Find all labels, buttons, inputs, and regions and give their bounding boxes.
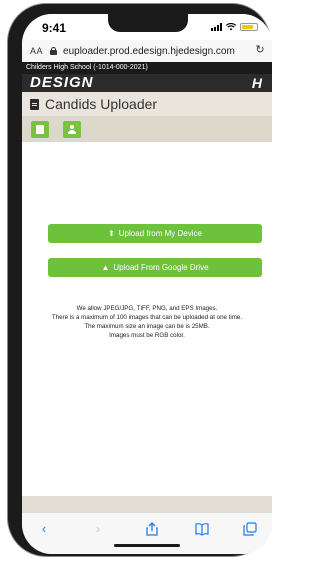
page-title: Candids Uploader <box>45 96 158 112</box>
wifi-icon <box>226 23 236 31</box>
forward-icon[interactable]: › <box>90 521 106 537</box>
brand-logo: DESIGN <box>30 74 94 91</box>
user-button[interactable] <box>63 121 81 138</box>
signal-icon <box>211 23 222 31</box>
address-bar[interactable]: AA euploader.prod.edesign.hjedesign.com … <box>22 40 272 62</box>
notch <box>108 14 188 32</box>
file-button[interactable] <box>31 121 49 138</box>
upload-from-google-drive-button[interactable]: ▲ Upload From Google Drive <box>48 258 262 277</box>
max-size-text: The maximum size an image can be is 25MB… <box>84 323 210 330</box>
site-footer <box>22 496 272 512</box>
document-icon <box>30 98 39 110</box>
allowed-formats-text: We allow JPEG/JPG, TIFF, PNG, and EPS Im… <box>76 305 218 312</box>
file-icon <box>36 125 44 134</box>
back-icon[interactable]: ‹ <box>36 521 52 537</box>
brand-mark-logo: H <box>251 75 262 91</box>
home-indicator[interactable] <box>114 544 180 547</box>
status-icons <box>211 23 258 31</box>
color-requirement-text: Images must be RGB color. <box>109 332 185 339</box>
screen: 9:41 AA euploader.prod.edesign.hjedesign… <box>22 14 272 554</box>
title-bar: Candids Uploader <box>22 92 272 116</box>
phone-frame: 9:41 AA euploader.prod.edesign.hjedesign… <box>8 4 272 556</box>
upload-drive-label: Upload From Google Drive <box>113 263 209 272</box>
upload-device-label: Upload from My Device <box>118 229 202 238</box>
reload-icon[interactable]: ↻ <box>254 44 266 56</box>
browser-toolbar: ‹ › <box>22 512 272 554</box>
text-size-button[interactable]: AA <box>30 46 43 56</box>
user-icon <box>68 125 76 134</box>
school-name: Childers High School (-1014-000-2021) <box>22 62 272 74</box>
max-images-text: There is a maximum of 100 images that ca… <box>51 314 243 321</box>
upload-info: We allow JPEG/JPG, TIFF, PNG, and EPS Im… <box>28 304 266 340</box>
status-time: 9:41 <box>42 21 67 35</box>
battery-icon <box>240 23 258 31</box>
url-text[interactable]: euploader.prod.edesign.hjedesign.com <box>63 46 235 57</box>
bookmarks-icon[interactable] <box>194 521 210 537</box>
main-content: ⬆ Upload from My Device ▲ Upload From Go… <box>22 142 272 496</box>
upload-from-device-button[interactable]: ⬆ Upload from My Device <box>48 224 262 243</box>
share-icon[interactable] <box>144 521 160 537</box>
brand-bar: DESIGN H <box>22 74 272 92</box>
tabs-icon[interactable] <box>242 521 258 537</box>
upload-icon: ⬆ <box>108 228 115 238</box>
status-bar: 9:41 <box>22 14 272 40</box>
lock-icon <box>50 47 58 55</box>
toolbar <box>22 116 272 142</box>
google-drive-icon: ▲ <box>101 262 110 272</box>
